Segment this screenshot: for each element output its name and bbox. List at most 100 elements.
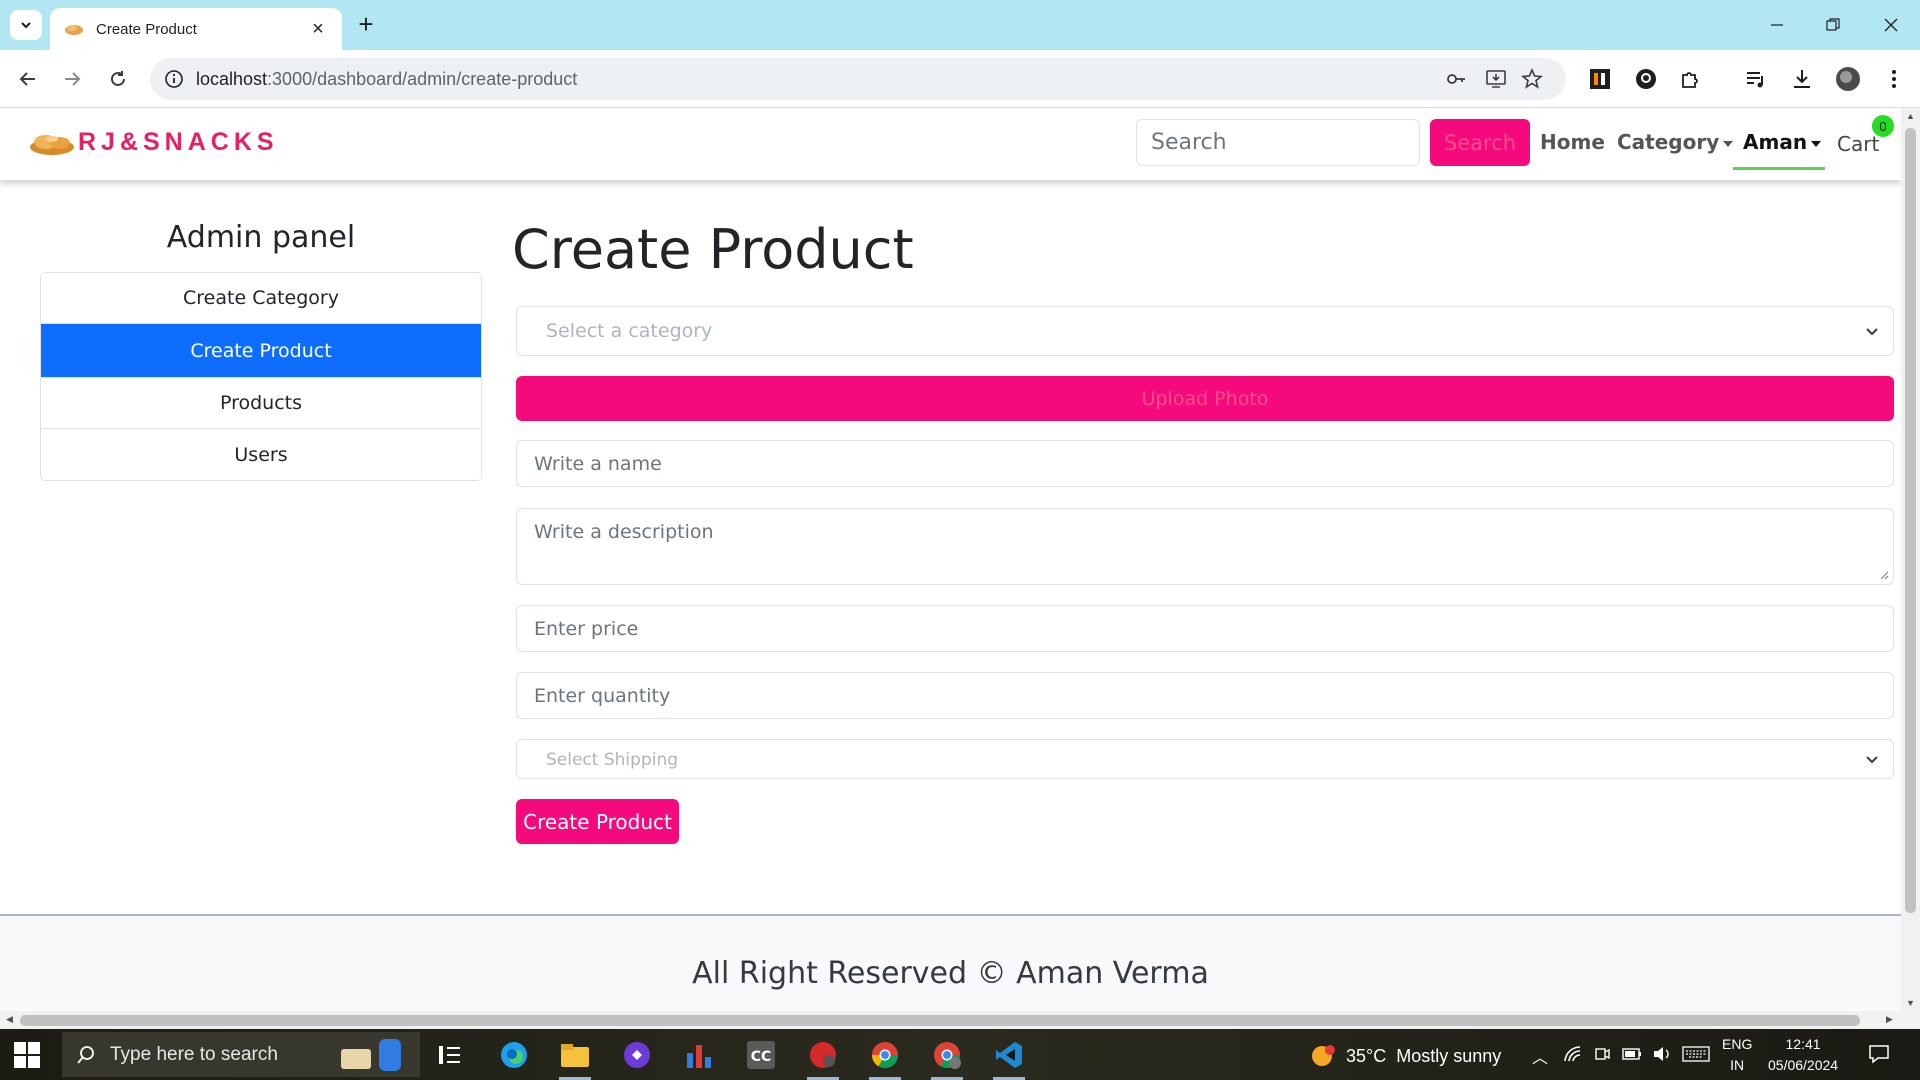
edge-browser-icon[interactable] — [490, 1035, 538, 1075]
search-highlight-icon[interactable] — [326, 1035, 416, 1075]
chevron-down-icon — [1866, 756, 1878, 764]
extensions-puzzle-icon[interactable] — [1676, 65, 1704, 93]
nav-category-dropdown[interactable]: Category — [1617, 130, 1734, 154]
file-explorer-icon[interactable] — [551, 1035, 599, 1080]
tab-close-icon[interactable]: × — [308, 18, 328, 41]
cart-count-badge: 0 — [1872, 115, 1894, 137]
browser-tabstrip: Create Product × + — [0, 0, 1920, 50]
downloads-icon[interactable] — [1788, 65, 1816, 93]
battery-icon[interactable] — [1622, 1047, 1642, 1061]
clock-time: 12:41 — [1785, 1036, 1821, 1052]
browser-toolbar: localhost:3000/dashboard/admin/create-pr… — [0, 50, 1920, 108]
reload-button[interactable] — [104, 65, 132, 93]
footer-copyright: All Right Reserved © Aman Verma — [692, 956, 1209, 991]
volume-icon[interactable] — [1652, 1045, 1672, 1063]
profile-avatar-icon[interactable] — [1834, 65, 1862, 93]
language-indicator[interactable]: ENG IN — [1722, 1034, 1752, 1076]
task-view-icon[interactable] — [426, 1035, 474, 1075]
tab-title: Create Product — [96, 20, 197, 38]
lighthouse-extension-icon[interactable] — [1586, 65, 1614, 93]
scroll-right-arrow-icon[interactable]: ▶ — [1886, 1014, 1893, 1025]
svg-text:CC: CC — [751, 1049, 772, 1065]
snacks-favicon-icon — [65, 25, 83, 35]
taskbar-search-placeholder: Type here to search — [110, 1043, 278, 1065]
caret-down-icon — [1723, 140, 1734, 147]
product-quantity-input[interactable]: Enter quantity — [516, 672, 1894, 719]
shipping-select-value: Select Shipping — [546, 750, 679, 770]
tab-search-button[interactable] — [10, 10, 42, 40]
product-name-input[interactable]: Write a name — [516, 440, 1894, 487]
category-select[interactable]: Select a category — [516, 306, 1894, 356]
scroll-left-arrow-icon[interactable]: ◀ — [6, 1014, 13, 1025]
admin-menu-create-category[interactable]: Create Category — [41, 273, 481, 324]
page-viewport: RJ&SNACKS Search Search Home Category Am… — [0, 108, 1901, 1011]
close-window-button[interactable] — [1876, 10, 1906, 40]
search-icon — [77, 1045, 94, 1064]
forward-button[interactable] — [58, 65, 86, 93]
chrome-profile-icon[interactable] — [923, 1035, 971, 1080]
caret-down-icon — [1811, 140, 1822, 147]
media-controls-icon[interactable] — [1742, 65, 1770, 93]
brand-name: RJ&SNACKS — [78, 128, 279, 156]
page-title: Create Product — [512, 218, 914, 281]
snacks-logo-icon — [30, 134, 74, 155]
browser-menu-icon[interactable] — [1880, 65, 1908, 93]
navbar-search-button[interactable]: Search — [1430, 119, 1530, 166]
chevron-down-icon — [21, 22, 31, 29]
chart-app-icon[interactable] — [675, 1035, 723, 1075]
nav-home-link[interactable]: Home — [1540, 130, 1605, 154]
red-app-icon[interactable] — [799, 1035, 847, 1080]
minimize-button[interactable] — [1762, 10, 1792, 40]
bookmark-star-icon[interactable] — [1520, 67, 1544, 91]
nav-cart-link[interactable]: Cart — [1837, 132, 1879, 156]
notifications-icon[interactable] — [1868, 1043, 1890, 1065]
restore-button[interactable] — [1818, 10, 1848, 40]
upload-photo-button[interactable]: Upload Photo — [516, 376, 1894, 421]
meet-now-icon[interactable] — [1594, 1046, 1610, 1062]
vertical-scrollbar[interactable]: ▲ ▼ — [1901, 108, 1920, 1011]
new-tab-button[interactable]: + — [353, 11, 379, 38]
visual-studio-icon[interactable] — [613, 1035, 661, 1075]
url-text: localhost:3000/dashboard/admin/create-pr… — [196, 69, 578, 89]
description-placeholder: Write a description — [534, 521, 714, 543]
clock-date: 05/06/2024 — [1768, 1057, 1839, 1073]
wifi-icon[interactable] — [1564, 1046, 1582, 1062]
browser-tab-active[interactable]: Create Product × — [50, 8, 342, 50]
chrome-browser-icon[interactable] — [861, 1035, 909, 1080]
chevron-down-icon — [1866, 328, 1878, 336]
nav-user-dropdown[interactable]: Aman — [1743, 130, 1822, 154]
weather-desc: Mostly sunny — [1396, 1045, 1502, 1066]
admin-menu-create-product[interactable]: Create Product — [41, 324, 481, 378]
scroll-down-arrow-icon[interactable]: ▼ — [1906, 998, 1915, 1008]
system-clock[interactable]: 12:41 05/06/2024 — [1768, 1034, 1838, 1076]
resize-grip-icon[interactable] — [1879, 570, 1889, 580]
horizontal-scroll-thumb[interactable] — [20, 1015, 1860, 1026]
install-app-icon[interactable] — [1484, 67, 1508, 91]
tray-overflow-icon[interactable]: ︿ — [1532, 1044, 1548, 1068]
restore-icon — [1826, 18, 1840, 31]
password-key-icon[interactable] — [1444, 67, 1468, 91]
windows-start-icon[interactable] — [14, 1042, 40, 1068]
create-product-button[interactable]: Create Product — [516, 799, 679, 844]
scroll-up-arrow-icon[interactable]: ▲ — [1906, 111, 1915, 121]
vscode-icon[interactable] — [985, 1035, 1033, 1080]
keyboard-icon[interactable] — [1682, 1046, 1710, 1062]
active-nav-indicator — [1733, 167, 1825, 170]
site-info-icon[interactable] — [164, 69, 184, 89]
product-price-input[interactable]: Enter price — [516, 605, 1894, 652]
arrow-left-icon — [19, 72, 35, 86]
weather-widget[interactable]: 35°C Mostly sunny — [1310, 1042, 1501, 1070]
vertical-scroll-thumb[interactable] — [1905, 128, 1916, 913]
back-button[interactable] — [14, 65, 42, 93]
admin-menu-users[interactable]: Users — [41, 429, 481, 480]
product-description-textarea[interactable]: Write a description — [516, 508, 1894, 585]
horizontal-scrollbar[interactable]: ◀ ▶ — [0, 1011, 1920, 1029]
category-select-value: Select a category — [546, 320, 713, 342]
address-bar[interactable]: localhost:3000/dashboard/admin/create-pr… — [150, 58, 1566, 100]
cc-app-icon[interactable]: CC — [737, 1035, 785, 1075]
shipping-select[interactable]: Select Shipping — [516, 739, 1894, 779]
navbar-search-input[interactable]: Search — [1136, 119, 1420, 166]
brand-link[interactable]: RJ&SNACKS — [28, 128, 279, 157]
github-extension-icon[interactable] — [1632, 65, 1660, 93]
admin-menu-products[interactable]: Products — [41, 378, 481, 429]
